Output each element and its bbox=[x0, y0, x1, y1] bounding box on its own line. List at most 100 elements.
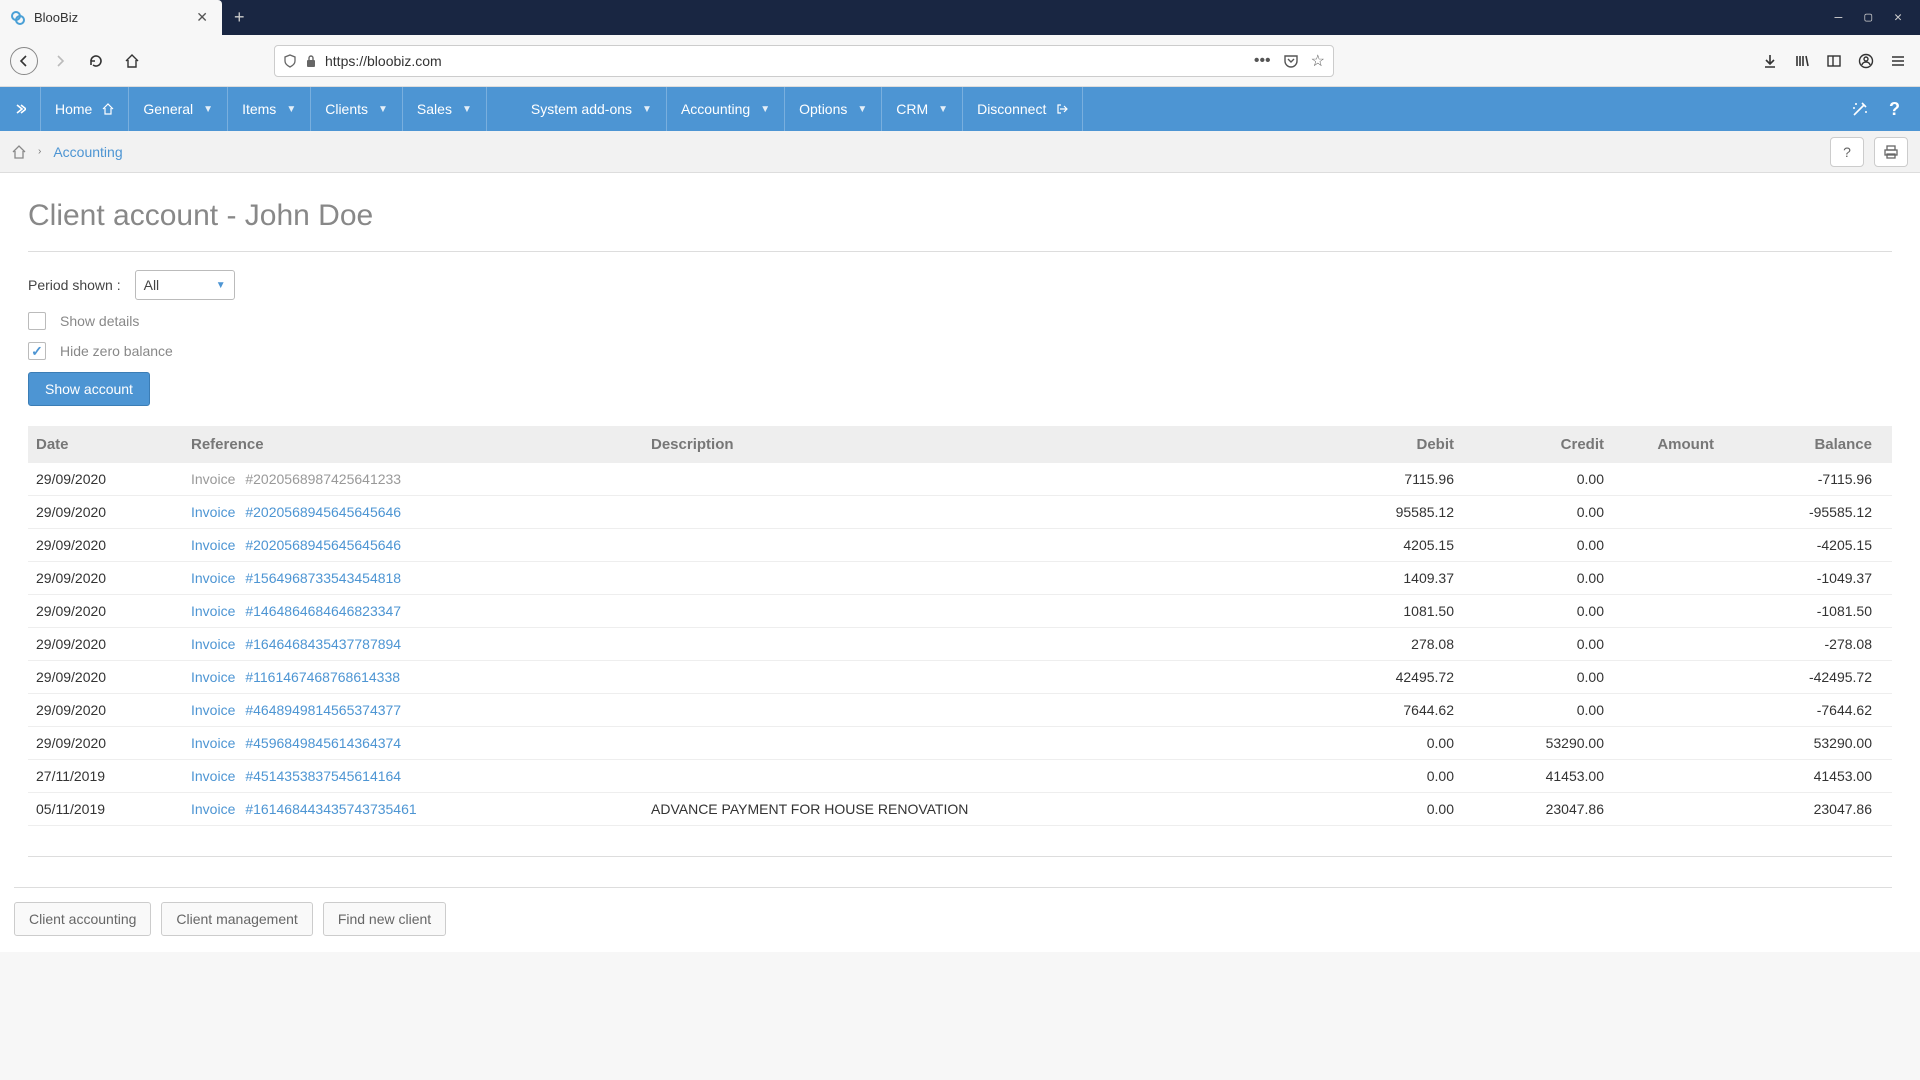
nav-label: Sales bbox=[417, 101, 452, 117]
invoice-link[interactable]: Invoice#2020568945645645646 bbox=[191, 537, 401, 553]
print-button[interactable] bbox=[1874, 137, 1908, 167]
cell-debit: 42495.72 bbox=[1332, 661, 1462, 694]
cell-date: 27/11/2019 bbox=[28, 760, 183, 793]
invoice-link[interactable]: Invoice#2020568945645645646 bbox=[191, 504, 401, 520]
nav-home[interactable]: Home bbox=[41, 87, 129, 131]
cell-date: 29/09/2020 bbox=[28, 463, 183, 496]
chevron-down-icon: ▼ bbox=[462, 104, 472, 115]
nav-general[interactable]: General ▼ bbox=[129, 87, 228, 131]
cell-amount bbox=[1612, 793, 1722, 826]
hide-zero-checkbox[interactable] bbox=[28, 342, 46, 360]
table-row: 29/09/2020Invoice#2020568945645645646955… bbox=[28, 496, 1892, 529]
cell-balance: -42495.72 bbox=[1722, 661, 1892, 694]
invoice-link[interactable]: Invoice#4648949814565374377 bbox=[191, 702, 401, 718]
library-icon[interactable] bbox=[1794, 53, 1810, 69]
account-table: Date Reference Description Debit Credit … bbox=[28, 426, 1892, 826]
cell-balance: -278.08 bbox=[1722, 628, 1892, 661]
invoice-link[interactable]: Invoice#4596849845614364374 bbox=[191, 735, 401, 751]
menu-icon[interactable] bbox=[1890, 53, 1906, 69]
cell-description bbox=[643, 661, 1332, 694]
cell-amount bbox=[1612, 760, 1722, 793]
bookmark-star-icon[interactable]: ☆ bbox=[1311, 51, 1325, 71]
nav-accounting[interactable]: Accounting ▼ bbox=[667, 87, 785, 131]
cell-date: 29/09/2020 bbox=[28, 628, 183, 661]
find-new-client-button[interactable]: Find new client bbox=[323, 902, 446, 936]
cell-amount bbox=[1612, 727, 1722, 760]
window-close-icon[interactable]: ✕ bbox=[1894, 10, 1902, 25]
th-description: Description bbox=[643, 426, 1332, 463]
invoice-link[interactable]: Invoice#1464864684646823347 bbox=[191, 603, 401, 619]
invoice-link[interactable]: Invoice#1646468435437787894 bbox=[191, 636, 401, 652]
nav-sales[interactable]: Sales ▼ bbox=[403, 87, 487, 131]
cell-amount bbox=[1612, 463, 1722, 496]
nav-expand-icon[interactable] bbox=[0, 87, 41, 131]
window-maximize-icon[interactable]: ▢ bbox=[1864, 10, 1872, 25]
cell-credit: 41453.00 bbox=[1462, 760, 1612, 793]
lock-icon[interactable] bbox=[305, 54, 317, 68]
cell-description bbox=[643, 694, 1332, 727]
client-accounting-button[interactable]: Client accounting bbox=[14, 902, 151, 936]
nav-system-addons[interactable]: System add-ons ▼ bbox=[517, 87, 667, 131]
invoice-link[interactable]: Invoice#1564968733543454818 bbox=[191, 570, 401, 586]
show-account-button[interactable]: Show account bbox=[28, 372, 150, 406]
chevron-down-icon: ▼ bbox=[203, 104, 213, 115]
cell-credit: 0.00 bbox=[1462, 595, 1612, 628]
browser-toolbar: ••• ☆ bbox=[0, 35, 1920, 87]
more-dots-icon[interactable]: ••• bbox=[1254, 52, 1271, 70]
content: Client account - John Doe Period shown :… bbox=[0, 173, 1920, 952]
table-row: 29/09/2020Invoice#1564968733543454818140… bbox=[28, 562, 1892, 595]
url-input[interactable] bbox=[325, 53, 1246, 69]
breadcrumb-home-icon[interactable] bbox=[12, 145, 26, 159]
pocket-icon[interactable] bbox=[1283, 53, 1299, 69]
logout-icon bbox=[1056, 103, 1068, 115]
cell-reference: Invoice#1161467468768614338 bbox=[183, 661, 643, 694]
cell-reference: Invoice#4648949814565374377 bbox=[183, 694, 643, 727]
cell-debit: 0.00 bbox=[1332, 793, 1462, 826]
help-icon[interactable]: ? bbox=[1889, 99, 1900, 120]
footer-buttons: Client accounting Client management Find… bbox=[14, 887, 1892, 936]
nav-label: Disconnect bbox=[977, 101, 1046, 117]
tab-close-icon[interactable]: ✕ bbox=[192, 9, 212, 26]
table-row: 27/11/2019 Invoice#4514353837545614164 0.0… bbox=[28, 760, 1892, 793]
invoice-link[interactable]: Invoice#4514353837545614164 bbox=[191, 768, 401, 784]
cell-credit: 0.00 bbox=[1462, 661, 1612, 694]
nav-items[interactable]: Items ▼ bbox=[228, 87, 311, 131]
cell-credit: 0.00 bbox=[1462, 529, 1612, 562]
browser-forward-button[interactable] bbox=[46, 47, 74, 75]
breadcrumb-link[interactable]: Accounting bbox=[53, 144, 122, 160]
window-minimize-icon[interactable]: — bbox=[1835, 10, 1843, 25]
browser-tab[interactable]: BlooBiz ✕ bbox=[0, 0, 222, 35]
account-icon[interactable] bbox=[1858, 53, 1874, 69]
browser-home-button[interactable] bbox=[118, 47, 146, 75]
browser-reload-button[interactable] bbox=[82, 47, 110, 75]
period-select[interactable]: All ▼ bbox=[135, 270, 235, 300]
cell-amount bbox=[1612, 529, 1722, 562]
url-bar[interactable]: ••• ☆ bbox=[274, 45, 1334, 77]
nav-disconnect[interactable]: Disconnect bbox=[963, 87, 1083, 131]
show-details-checkbox[interactable] bbox=[28, 312, 46, 330]
th-amount: Amount bbox=[1612, 426, 1722, 463]
nav-clients[interactable]: Clients ▼ bbox=[311, 87, 403, 131]
cell-date: 05/11/2019 bbox=[28, 793, 183, 826]
client-management-button[interactable]: Client management bbox=[161, 902, 312, 936]
wand-icon[interactable] bbox=[1851, 100, 1869, 118]
invoice-link[interactable]: Invoice#161468443435743735461 bbox=[191, 801, 417, 817]
cell-debit: 0.00 bbox=[1332, 760, 1462, 793]
cell-reference: Invoice#161468443435743735461 bbox=[183, 793, 643, 826]
invoice-ref: Invoice#2020568987425641233 bbox=[191, 471, 401, 487]
th-date: Date bbox=[28, 426, 183, 463]
cell-description bbox=[643, 496, 1332, 529]
page-title: Client account - John Doe bbox=[28, 189, 1892, 252]
browser-back-button[interactable] bbox=[10, 47, 38, 75]
nav-options[interactable]: Options ▼ bbox=[785, 87, 882, 131]
invoice-link[interactable]: Invoice#1161467468768614338 bbox=[191, 669, 400, 685]
cell-debit: 4205.15 bbox=[1332, 529, 1462, 562]
nav-crm[interactable]: CRM ▼ bbox=[882, 87, 963, 131]
new-tab-button[interactable]: + bbox=[222, 7, 257, 28]
context-help-button[interactable]: ? bbox=[1830, 137, 1864, 167]
cell-credit: 0.00 bbox=[1462, 562, 1612, 595]
cell-date: 29/09/2020 bbox=[28, 727, 183, 760]
downloads-icon[interactable] bbox=[1762, 53, 1778, 69]
shield-icon[interactable] bbox=[283, 54, 297, 68]
sidebar-icon[interactable] bbox=[1826, 53, 1842, 69]
